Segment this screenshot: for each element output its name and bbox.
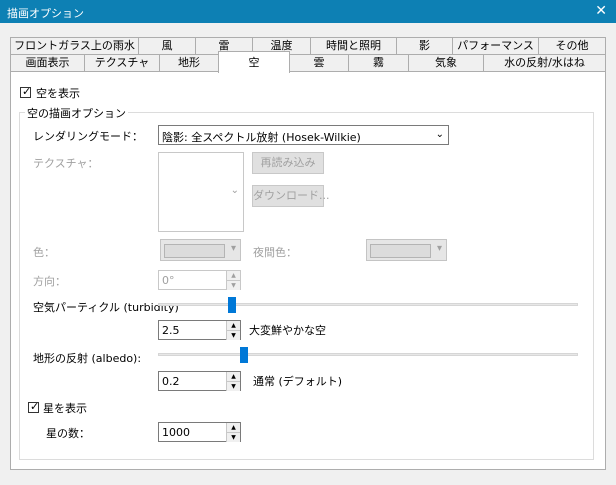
albedo-spinner[interactable]: 0.2 ▲ ▼ (158, 371, 241, 391)
rendering-mode-value: 陰影: 全スペクトル放射 (Hosek-Wilkie) (162, 131, 361, 144)
tab-time-lighting[interactable]: 時間と照明 (310, 37, 397, 54)
tab-wind[interactable]: 風 (138, 37, 196, 54)
sky-options-group-title: 空の描画オプション (25, 105, 128, 121)
tab-windshield-rain[interactable]: フロントガラス上の雨水 (10, 37, 139, 54)
turbidity-description: 大変鮮やかな空 (249, 324, 326, 337)
chevron-down-icon: ⌄ (230, 185, 239, 196)
albedo-value: 0.2 (162, 375, 180, 388)
star-count-label: 星の数： (46, 427, 90, 440)
show-stars-label: 星を表示 (43, 402, 87, 415)
title-bar: 描画オプション ✕ (0, 0, 616, 23)
tab-row-front: 画面表示 テクスチャ 地形 空 雲 霧 気象 水の反射/水はね (10, 51, 606, 73)
tab-fog[interactable]: 霧 (348, 54, 409, 71)
tab-sky[interactable]: 空 (218, 51, 290, 73)
spin-up-icon[interactable]: ▲ (226, 372, 240, 381)
albedo-description: 通常 (デフォルト) (253, 375, 343, 388)
albedo-label: 地形の反射 (albedo): (33, 352, 142, 365)
show-stars-checkbox[interactable]: ✓ (28, 400, 40, 413)
close-icon[interactable]: ✕ (595, 3, 607, 19)
albedo-slider-track[interactable] (158, 353, 578, 356)
check-icon: ✓ (22, 85, 32, 98)
tab-row-back: フロントガラス上の雨水 風 雷 温度 時間と照明 影 パフォーマンス その他 (10, 37, 606, 55)
dropdown-arrow-icon: ▾ (230, 243, 236, 254)
spin-down-icon[interactable]: ▼ (226, 330, 240, 340)
reload-button[interactable]: 再読み込み (252, 152, 324, 174)
texture-label: テクスチャ： (33, 157, 99, 170)
color-swatch (164, 244, 225, 258)
tab-terrain[interactable]: 地形 (159, 54, 219, 71)
rendering-mode-label: レンダリングモード： (33, 130, 143, 143)
turbidity-slider-track[interactable] (158, 303, 578, 306)
show-sky-checkbox[interactable]: ✓ (20, 85, 32, 98)
turbidity-slider-thumb[interactable] (228, 297, 237, 313)
night-color-label: 夜間色： (253, 246, 297, 259)
tab-clouds[interactable]: 雲 (289, 54, 349, 71)
turbidity-spinner[interactable]: 2.5 ▲ ▼ (158, 320, 241, 340)
tab-display[interactable]: 画面表示 (10, 54, 85, 71)
show-sky-label: 空を表示 (36, 87, 80, 100)
turbidity-label: 空気パーティクル (turbidity) (33, 301, 179, 314)
spin-down-icon[interactable]: ▼ (226, 280, 240, 290)
spin-down-icon[interactable]: ▼ (226, 381, 240, 391)
albedo-slider-thumb[interactable] (240, 347, 249, 363)
rendering-mode-select[interactable]: 陰影: 全スペクトル放射 (Hosek-Wilkie) ⌄ (158, 125, 449, 145)
color-picker[interactable]: ▾ (160, 239, 241, 261)
night-color-picker[interactable]: ▾ (366, 239, 447, 261)
spin-up-icon[interactable]: ▲ (226, 271, 240, 280)
direction-value: 0° (162, 274, 175, 287)
dropdown-arrow-icon: ▾ (436, 243, 442, 254)
star-count-value: 1000 (162, 426, 190, 439)
direction-spinner[interactable]: 0° ▲ ▼ (158, 270, 241, 290)
turbidity-value: 2.5 (162, 324, 180, 337)
color-label: 色： (33, 246, 55, 259)
spin-up-icon[interactable]: ▲ (226, 423, 240, 432)
tab-texture[interactable]: テクスチャ (84, 54, 160, 71)
tab-performance[interactable]: パフォーマンス (452, 37, 539, 54)
tab-other[interactable]: その他 (538, 37, 606, 54)
night-color-swatch (370, 244, 431, 258)
spin-down-icon[interactable]: ▼ (226, 432, 240, 442)
chevron-down-icon: ⌄ (435, 129, 444, 140)
window-title: 描画オプション (7, 7, 84, 20)
download-button[interactable]: ダウンロード... (252, 185, 330, 207)
spin-up-icon[interactable]: ▲ (226, 321, 240, 330)
tab-weather[interactable]: 気象 (408, 54, 484, 71)
direction-label: 方向： (33, 275, 66, 288)
star-count-spinner[interactable]: 1000 ▲ ▼ (158, 422, 241, 442)
texture-preview: ⌄ (158, 152, 244, 232)
tab-water-reflection[interactable]: 水の反射/水はね (483, 54, 606, 71)
check-icon: ✓ (30, 400, 40, 413)
tab-shadow[interactable]: 影 (396, 37, 453, 54)
